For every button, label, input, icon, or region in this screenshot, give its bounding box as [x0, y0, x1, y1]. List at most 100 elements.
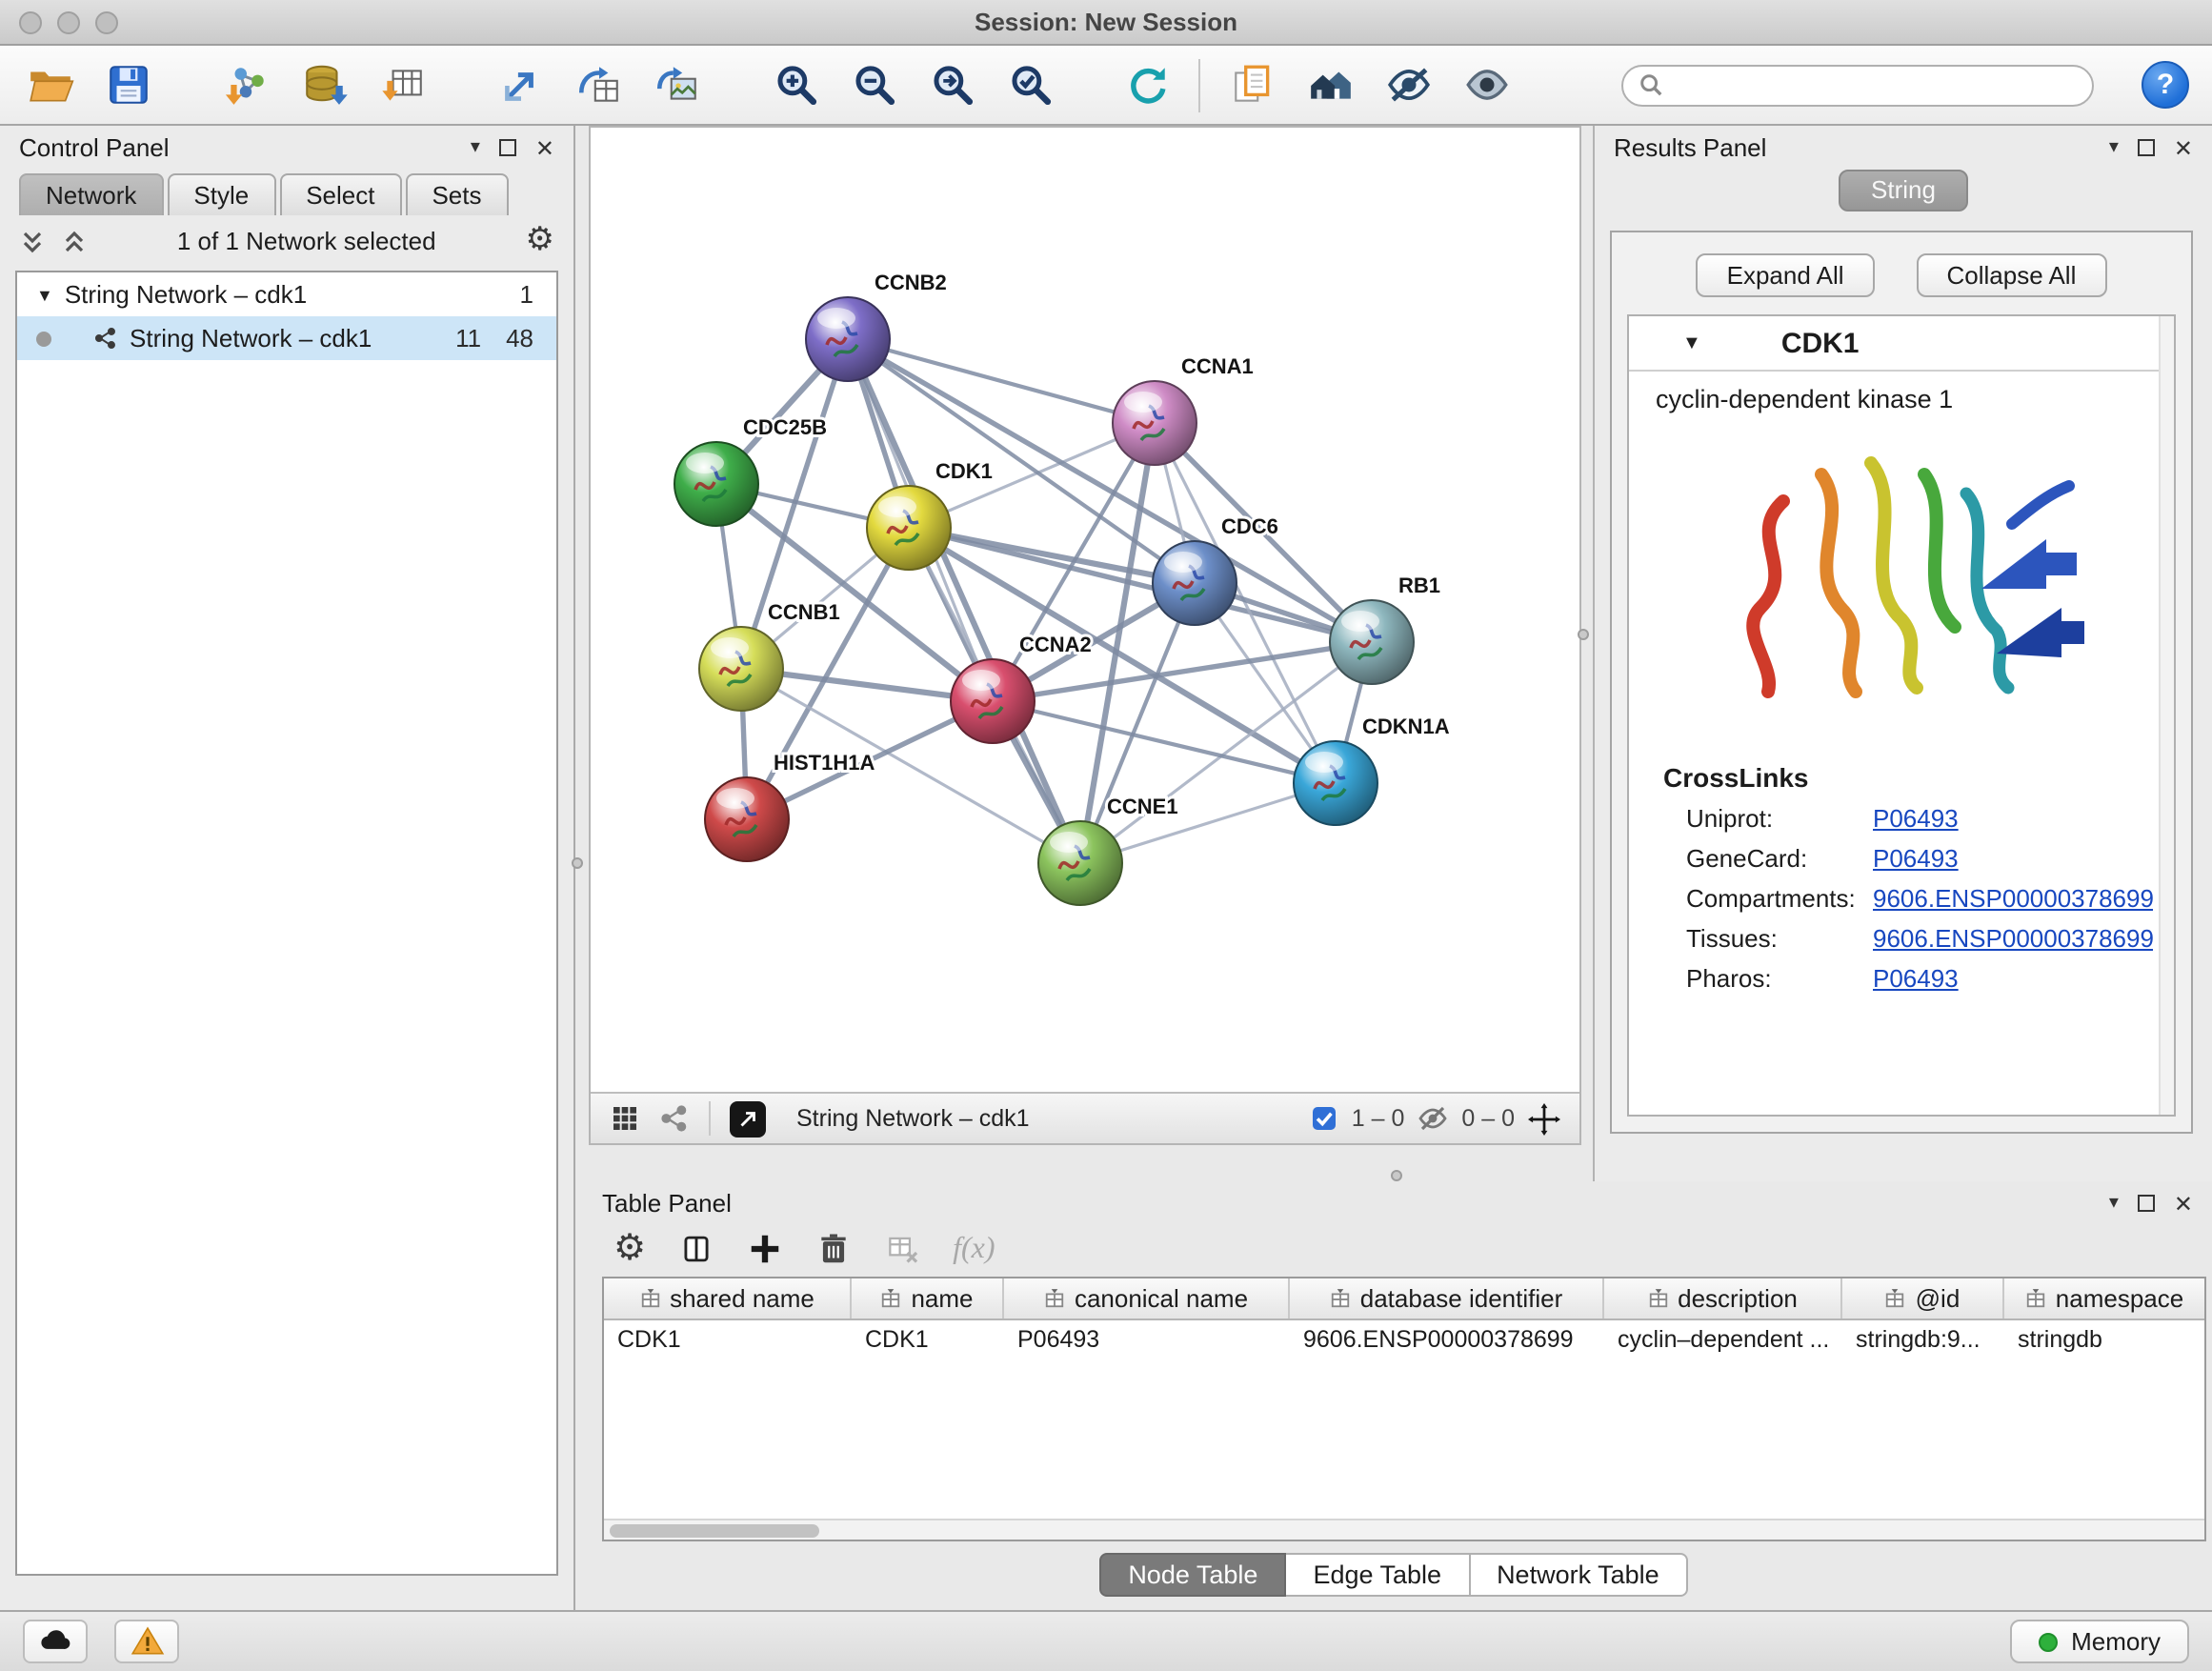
panel-collapse-icon[interactable]: ▾: [471, 138, 480, 157]
create-column-icon[interactable]: [678, 1231, 714, 1267]
eye-icon: [1462, 61, 1510, 109]
warnings-button[interactable]: [114, 1620, 179, 1663]
share-network-icon[interactable]: [659, 1103, 690, 1134]
network-node-CCNB2[interactable]: [806, 297, 890, 381]
open-session-button[interactable]: [23, 56, 76, 113]
network-node-CCNA2[interactable]: [951, 659, 1035, 743]
tab-network[interactable]: Network: [19, 173, 163, 215]
crosslink-link[interactable]: P06493: [1873, 964, 1959, 993]
panel-collapse-icon[interactable]: ▾: [2109, 138, 2119, 157]
import-table-from-file-button[interactable]: [375, 56, 429, 113]
zoom-selected-button[interactable]: [1002, 56, 1056, 113]
splitter-handle[interactable]: [572, 857, 583, 869]
expand-all-button[interactable]: Expand All: [1697, 253, 1875, 297]
gear-icon[interactable]: ⚙: [526, 225, 555, 257]
birdseye-grid-icon[interactable]: [610, 1103, 640, 1134]
zoom-window-button[interactable]: [95, 10, 118, 33]
open-in-new-window-button[interactable]: [730, 1100, 766, 1137]
splitter-handle[interactable]: [1391, 1170, 1402, 1181]
delete-table-icon[interactable]: [884, 1231, 920, 1267]
network-node-CCNB1[interactable]: [699, 627, 783, 711]
column-header[interactable]: shared name: [604, 1278, 852, 1319]
network-node-CDK1[interactable]: [867, 486, 951, 570]
welcome-screen-button[interactable]: [1303, 56, 1357, 113]
column-header[interactable]: name: [852, 1278, 1004, 1319]
show-graphics-details-button[interactable]: [1459, 56, 1513, 113]
selected-checkbox-icon[interactable]: [1312, 1105, 1338, 1132]
cloud-status-button[interactable]: [23, 1620, 88, 1663]
panel-float-icon[interactable]: [2138, 1195, 2155, 1212]
network-node-CDC6[interactable]: [1153, 541, 1237, 625]
protein-collapse-icon[interactable]: ▼: [1682, 332, 1701, 353]
tab-node-table[interactable]: Node Table: [1099, 1553, 1286, 1597]
add-row-plus-icon[interactable]: [747, 1231, 783, 1267]
column-header[interactable]: namespace: [2004, 1278, 2204, 1319]
toolbar-search-field[interactable]: [1621, 64, 2094, 106]
network-node-CDC25B[interactable]: [674, 442, 758, 526]
column-header[interactable]: @id: [1842, 1278, 2004, 1319]
collapse-all-icon[interactable]: [19, 228, 46, 254]
network-edge-CCNB2-CCNE1[interactable]: [848, 339, 1080, 863]
panel-close-icon[interactable]: ✕: [535, 136, 554, 159]
table-settings-gear-icon[interactable]: ⚙: [613, 1231, 646, 1267]
tab-string[interactable]: String: [1839, 170, 1968, 211]
network-edge-CCNA2-CDKN1A[interactable]: [993, 701, 1336, 783]
delete-trash-icon[interactable]: [815, 1231, 852, 1267]
crosslink-link[interactable]: P06493: [1873, 804, 1959, 833]
import-network-from-database-button[interactable]: [297, 56, 351, 113]
crosslink-link[interactable]: 9606.ENSP00000378699: [1873, 884, 2154, 913]
panel-float-icon[interactable]: [2138, 139, 2155, 156]
search-input[interactable]: [1675, 71, 2077, 98]
panel-close-icon[interactable]: ✕: [2174, 1192, 2193, 1215]
expand-all-icon[interactable]: [61, 228, 88, 254]
close-window-button[interactable]: [19, 10, 42, 33]
panel-collapse-icon[interactable]: ▾: [2109, 1194, 2119, 1213]
tree-expand-icon[interactable]: ▼: [36, 285, 53, 304]
tab-style[interactable]: Style: [167, 173, 275, 215]
tab-select[interactable]: Select: [279, 173, 401, 215]
copy-document-button[interactable]: [1225, 56, 1278, 113]
tab-edge-table[interactable]: Edge Table: [1286, 1553, 1470, 1597]
network-node-CDKN1A[interactable]: [1294, 741, 1377, 825]
crosslink-link[interactable]: 9606.ENSP00000378699: [1873, 924, 2154, 953]
results-scrollbar[interactable]: [2159, 316, 2174, 1115]
network-collection-row[interactable]: ▼ String Network – cdk1 1: [17, 272, 556, 316]
column-header[interactable]: database identifier: [1290, 1278, 1604, 1319]
zoom-in-button[interactable]: [768, 56, 821, 113]
hide-graphics-details-button[interactable]: [1381, 56, 1435, 113]
refresh-layout-button[interactable]: [1120, 56, 1174, 113]
save-session-button[interactable]: [101, 56, 154, 113]
network-edge-CCNB2-CCNA1[interactable]: [848, 339, 1155, 423]
network-node-CCNE1[interactable]: [1038, 821, 1122, 905]
memory-button[interactable]: Memory: [2010, 1620, 2189, 1663]
network-node-HIST1H1A[interactable]: [705, 777, 789, 861]
minimize-window-button[interactable]: [57, 10, 80, 33]
zoom-fit-button[interactable]: [924, 56, 977, 113]
scrollbar-thumb[interactable]: [610, 1524, 819, 1538]
network-node-RB1[interactable]: [1330, 600, 1414, 684]
export-network-button[interactable]: [493, 56, 547, 113]
table-row[interactable]: CDK1CDK1P064939606.ENSP00000378699cyclin…: [604, 1320, 2204, 1359]
tab-network-table[interactable]: Network Table: [1470, 1553, 1688, 1597]
tab-sets[interactable]: Sets: [405, 173, 508, 215]
network-canvas[interactable]: CCNB2CCNA1CDC25BCDK1CDC6RB1CCNB1CCNA2CDK…: [591, 128, 1579, 1092]
export-image-button[interactable]: [650, 56, 703, 113]
crosslink-link[interactable]: P06493: [1873, 844, 1959, 873]
import-network-from-file-button[interactable]: [219, 56, 272, 113]
network-node-CCNA1[interactable]: [1113, 381, 1196, 465]
table-horizontal-scrollbar[interactable]: [604, 1519, 2204, 1540]
pan-crosshair-icon[interactable]: [1528, 1102, 1560, 1135]
panel-float-icon[interactable]: [499, 139, 516, 156]
splitter-handle[interactable]: [1578, 629, 1589, 640]
help-button[interactable]: ?: [2142, 61, 2189, 109]
function-builder-button[interactable]: f(x): [953, 1232, 995, 1266]
zoom-out-button[interactable]: [846, 56, 899, 113]
column-header[interactable]: canonical name: [1004, 1278, 1290, 1319]
hidden-eye-slash-icon[interactable]: [1418, 1103, 1448, 1134]
network-row-selected[interactable]: String Network – cdk1 11 48: [17, 316, 556, 360]
collapse-all-button[interactable]: Collapse All: [1917, 253, 2107, 297]
main-toolbar: ?: [0, 46, 2212, 126]
panel-close-icon[interactable]: ✕: [2174, 136, 2193, 159]
column-header[interactable]: description: [1604, 1278, 1842, 1319]
export-table-button[interactable]: [572, 56, 625, 113]
